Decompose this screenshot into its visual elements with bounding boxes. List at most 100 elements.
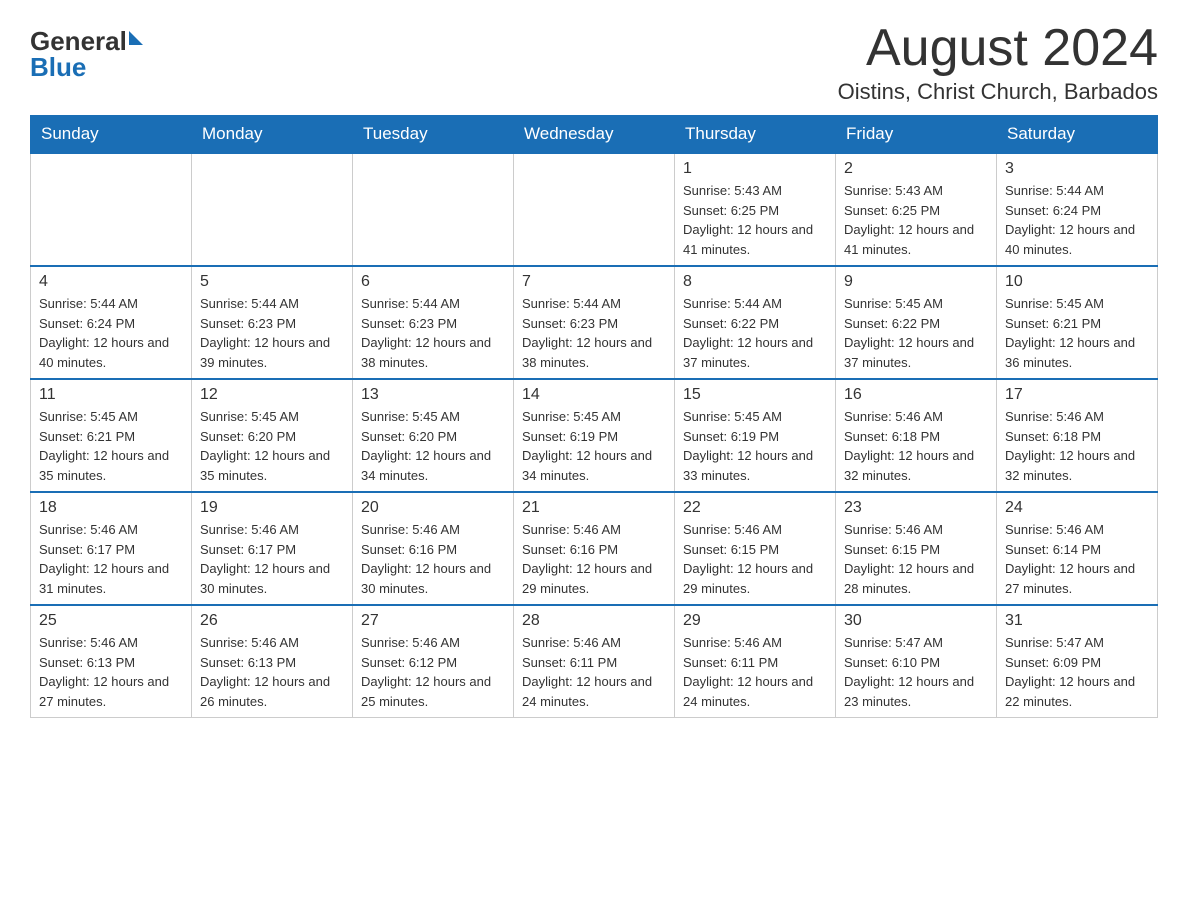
day-number: 23: [844, 499, 988, 517]
month-year-title: August 2024: [838, 20, 1158, 77]
day-number: 31: [1005, 612, 1149, 630]
calendar-cell: 17 Sunrise: 5:46 AMSunset: 6:18 PMDayligh…: [997, 379, 1158, 492]
column-header-tuesday: Tuesday: [353, 116, 514, 154]
day-number: 21: [522, 499, 666, 517]
day-number: 17: [1005, 386, 1149, 404]
day-number: 24: [1005, 499, 1149, 517]
title-block: August 2024 Oistins, Christ Church, Barb…: [838, 20, 1158, 105]
day-number: 22: [683, 499, 827, 517]
day-number: 26: [200, 612, 344, 630]
day-info: Sunrise: 5:46 AMSunset: 6:13 PMDaylight:…: [200, 633, 344, 711]
calendar-cell: 30 Sunrise: 5:47 AMSunset: 6:10 PMDayligh…: [836, 605, 997, 718]
day-number: 30: [844, 612, 988, 630]
logo-text-blue: Blue: [30, 52, 86, 82]
day-info: Sunrise: 5:44 AMSunset: 6:23 PMDaylight:…: [361, 294, 505, 372]
day-number: 11: [39, 386, 183, 404]
day-info: Sunrise: 5:47 AMSunset: 6:09 PMDaylight:…: [1005, 633, 1149, 711]
day-info: Sunrise: 5:46 AMSunset: 6:13 PMDaylight:…: [39, 633, 183, 711]
day-info: Sunrise: 5:45 AMSunset: 6:20 PMDaylight:…: [200, 407, 344, 485]
day-number: 27: [361, 612, 505, 630]
logo-arrow-icon: [129, 31, 143, 45]
day-info: Sunrise: 5:44 AMSunset: 6:24 PMDaylight:…: [39, 294, 183, 372]
logo: General Blue: [30, 28, 143, 81]
column-header-monday: Monday: [192, 116, 353, 154]
day-info: Sunrise: 5:45 AMSunset: 6:19 PMDaylight:…: [522, 407, 666, 485]
day-info: Sunrise: 5:46 AMSunset: 6:18 PMDaylight:…: [844, 407, 988, 485]
day-info: Sunrise: 5:46 AMSunset: 6:12 PMDaylight:…: [361, 633, 505, 711]
day-info: Sunrise: 5:46 AMSunset: 6:16 PMDaylight:…: [522, 520, 666, 598]
calendar-week-row: 25 Sunrise: 5:46 AMSunset: 6:13 PMDayligh…: [31, 605, 1158, 718]
calendar-cell: 19Sunrise: 5:46 AMSunset: 6:17 PMDayligh…: [192, 492, 353, 605]
calendar-cell: 26 Sunrise: 5:46 AMSunset: 6:13 PMDayligh…: [192, 605, 353, 718]
column-header-thursday: Thursday: [675, 116, 836, 154]
day-info: Sunrise: 5:45 AMSunset: 6:20 PMDaylight:…: [361, 407, 505, 485]
calendar-cell: 25 Sunrise: 5:46 AMSunset: 6:13 PMDayligh…: [31, 605, 192, 718]
calendar-cell: 6 Sunrise: 5:44 AMSunset: 6:23 PMDaylight…: [353, 266, 514, 379]
day-number: 20: [361, 499, 505, 517]
calendar-cell: 10Sunrise: 5:45 AMSunset: 6:21 PMDayligh…: [997, 266, 1158, 379]
calendar-cell: 2Sunrise: 5:43 AMSunset: 6:25 PMDaylight…: [836, 153, 997, 266]
calendar-cell: 14Sunrise: 5:45 AMSunset: 6:19 PMDayligh…: [514, 379, 675, 492]
page-header: General Blue August 2024 Oistins, Christ…: [30, 20, 1158, 105]
day-info: Sunrise: 5:46 AMSunset: 6:11 PMDaylight:…: [683, 633, 827, 711]
day-number: 16: [844, 386, 988, 404]
day-number: 4: [39, 273, 183, 291]
column-header-friday: Friday: [836, 116, 997, 154]
calendar-week-row: 11 Sunrise: 5:45 AMSunset: 6:21 PMDayligh…: [31, 379, 1158, 492]
day-info: Sunrise: 5:44 AMSunset: 6:23 PMDaylight:…: [522, 294, 666, 372]
day-number: 3: [1005, 160, 1149, 178]
location-subtitle: Oistins, Christ Church, Barbados: [838, 79, 1158, 105]
day-info: Sunrise: 5:44 AMSunset: 6:22 PMDaylight:…: [683, 294, 827, 372]
day-number: 29: [683, 612, 827, 630]
calendar-cell: 31 Sunrise: 5:47 AMSunset: 6:09 PMDayligh…: [997, 605, 1158, 718]
logo-text-general: General: [30, 28, 127, 54]
calendar-cell: [514, 153, 675, 266]
day-number: 28: [522, 612, 666, 630]
calendar-cell: [353, 153, 514, 266]
day-info: Sunrise: 5:46 AMSunset: 6:15 PMDaylight:…: [844, 520, 988, 598]
day-number: 2: [844, 160, 988, 178]
day-number: 13: [361, 386, 505, 404]
day-number: 15: [683, 386, 827, 404]
column-header-saturday: Saturday: [997, 116, 1158, 154]
calendar-cell: 13 Sunrise: 5:45 AMSunset: 6:20 PMDayligh…: [353, 379, 514, 492]
day-info: Sunrise: 5:46 AMSunset: 6:16 PMDaylight:…: [361, 520, 505, 598]
day-number: 1: [683, 160, 827, 178]
calendar-week-row: 4 Sunrise: 5:44 AMSunset: 6:24 PMDaylight…: [31, 266, 1158, 379]
day-info: Sunrise: 5:45 AMSunset: 6:19 PMDaylight:…: [683, 407, 827, 485]
calendar-cell: [192, 153, 353, 266]
day-info: Sunrise: 5:44 AMSunset: 6:23 PMDaylight:…: [200, 294, 344, 372]
calendar-cell: 27 Sunrise: 5:46 AMSunset: 6:12 PMDayligh…: [353, 605, 514, 718]
day-info: Sunrise: 5:45 AMSunset: 6:21 PMDaylight:…: [39, 407, 183, 485]
day-info: Sunrise: 5:43 AMSunset: 6:25 PMDaylight:…: [683, 181, 827, 259]
day-number: 25: [39, 612, 183, 630]
calendar-cell: 21 Sunrise: 5:46 AMSunset: 6:16 PMDayligh…: [514, 492, 675, 605]
day-info: Sunrise: 5:44 AMSunset: 6:24 PMDaylight:…: [1005, 181, 1149, 259]
calendar-week-row: 18 Sunrise: 5:46 AMSunset: 6:17 PMDayligh…: [31, 492, 1158, 605]
day-number: 6: [361, 273, 505, 291]
calendar-cell: 8Sunrise: 5:44 AMSunset: 6:22 PMDaylight…: [675, 266, 836, 379]
day-info: Sunrise: 5:46 AMSunset: 6:18 PMDaylight:…: [1005, 407, 1149, 485]
day-info: Sunrise: 5:47 AMSunset: 6:10 PMDaylight:…: [844, 633, 988, 711]
calendar-cell: 24 Sunrise: 5:46 AMSunset: 6:14 PMDayligh…: [997, 492, 1158, 605]
calendar-table: SundayMondayTuesdayWednesdayThursdayFrid…: [30, 115, 1158, 718]
calendar-cell: 16 Sunrise: 5:46 AMSunset: 6:18 PMDayligh…: [836, 379, 997, 492]
day-info: Sunrise: 5:46 AMSunset: 6:15 PMDaylight:…: [683, 520, 827, 598]
column-header-sunday: Sunday: [31, 116, 192, 154]
calendar-cell: 7 Sunrise: 5:44 AMSunset: 6:23 PMDaylight…: [514, 266, 675, 379]
calendar-cell: [31, 153, 192, 266]
calendar-cell: 20 Sunrise: 5:46 AMSunset: 6:16 PMDayligh…: [353, 492, 514, 605]
day-info: Sunrise: 5:46 AMSunset: 6:17 PMDaylight:…: [39, 520, 183, 598]
day-number: 9: [844, 273, 988, 291]
calendar-cell: 3 Sunrise: 5:44 AMSunset: 6:24 PMDaylight…: [997, 153, 1158, 266]
day-number: 5: [200, 273, 344, 291]
calendar-cell: 23 Sunrise: 5:46 AMSunset: 6:15 PMDayligh…: [836, 492, 997, 605]
day-info: Sunrise: 5:46 AMSunset: 6:11 PMDaylight:…: [522, 633, 666, 711]
day-info: Sunrise: 5:45 AMSunset: 6:21 PMDaylight:…: [1005, 294, 1149, 372]
day-info: Sunrise: 5:46 AMSunset: 6:14 PMDaylight:…: [1005, 520, 1149, 598]
calendar-cell: 15 Sunrise: 5:45 AMSunset: 6:19 PMDayligh…: [675, 379, 836, 492]
day-number: 7: [522, 273, 666, 291]
calendar-cell: 12Sunrise: 5:45 AMSunset: 6:20 PMDayligh…: [192, 379, 353, 492]
day-number: 18: [39, 499, 183, 517]
calendar-cell: 1 Sunrise: 5:43 AMSunset: 6:25 PMDaylight…: [675, 153, 836, 266]
